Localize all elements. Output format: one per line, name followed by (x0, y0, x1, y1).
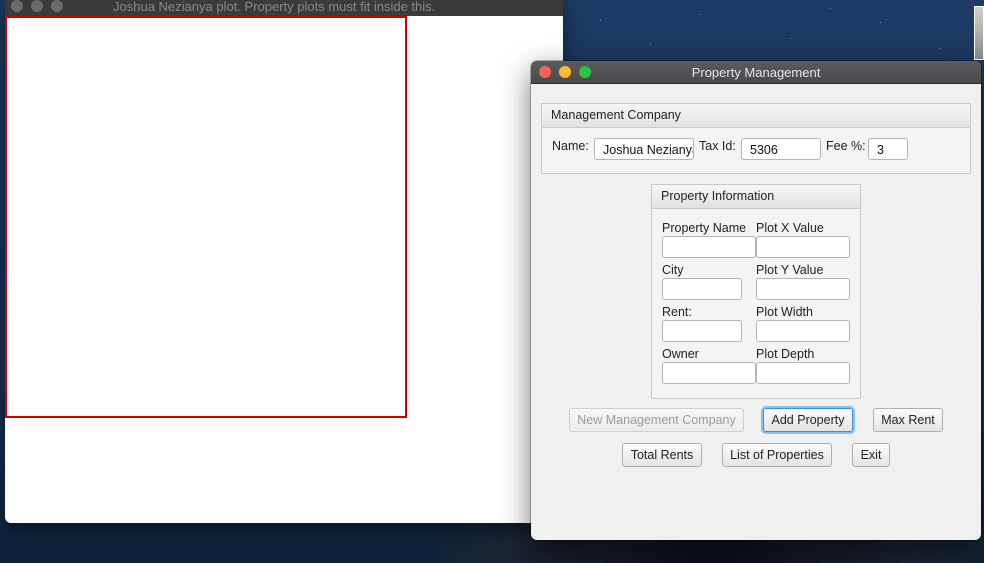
rent-input[interactable] (662, 320, 742, 342)
owner-input[interactable] (662, 362, 756, 384)
exit-button[interactable]: Exit (852, 443, 890, 467)
plot-window-titlebar[interactable]: Joshua Nezianya plot. Property plots mus… (5, 0, 563, 16)
plot-x-input[interactable] (756, 236, 850, 258)
fee-label: Fee %: (826, 139, 866, 153)
fee-input[interactable]: 3 (868, 138, 908, 160)
plot-width-input[interactable] (756, 320, 850, 342)
management-company-header: Management Company (542, 104, 970, 128)
plot-y-input[interactable] (756, 278, 850, 300)
plot-x-label: Plot X Value (756, 221, 824, 235)
plot-window: Joshua Nezianya plot. Property plots mus… (5, 0, 563, 523)
plot-y-label: Plot Y Value (756, 263, 824, 277)
max-rent-button[interactable]: Max Rent (873, 408, 943, 432)
desktop-thumbnail[interactable] (974, 6, 984, 60)
property-name-label: Property Name (662, 221, 747, 235)
new-management-company-button[interactable]: New Management Company (569, 408, 744, 432)
minimize-button[interactable] (31, 0, 43, 12)
plot-depth-label: Plot Depth (756, 347, 815, 361)
owner-label: Owner (662, 347, 699, 361)
city-label: City (662, 263, 684, 277)
close-button[interactable] (11, 0, 23, 12)
tax-id-input[interactable]: 5306 (741, 138, 821, 160)
company-name-input[interactable]: Joshua Nezianya (594, 138, 694, 160)
zoom-button[interactable] (51, 0, 63, 12)
tax-id-label: Tax Id: (699, 139, 736, 153)
plot-boundary (5, 16, 407, 418)
city-input[interactable] (662, 278, 742, 300)
add-property-button[interactable]: Add Property (763, 408, 853, 432)
window-title: Property Management (691, 65, 821, 80)
plot-width-label: Plot Width (756, 305, 813, 319)
property-management-window: Property Management Management Company N… (531, 61, 981, 540)
total-rents-button[interactable]: Total Rents (622, 443, 702, 467)
name-label: Name: (552, 139, 589, 153)
list-of-properties-button[interactable]: List of Properties (722, 443, 832, 467)
window-titlebar[interactable]: Property Management (531, 61, 981, 84)
property-information-header: Property Information (652, 185, 860, 209)
management-company-pane: Management Company Name: Joshua Nezianya… (541, 103, 971, 174)
plot-window-title: Joshua Nezianya plot. Property plots mus… (113, 0, 436, 14)
plot-depth-input[interactable] (756, 362, 850, 384)
rent-label: Rent: (662, 305, 692, 319)
property-name-input[interactable] (662, 236, 756, 258)
property-information-pane: Property Information Property Name Plot … (651, 184, 861, 399)
